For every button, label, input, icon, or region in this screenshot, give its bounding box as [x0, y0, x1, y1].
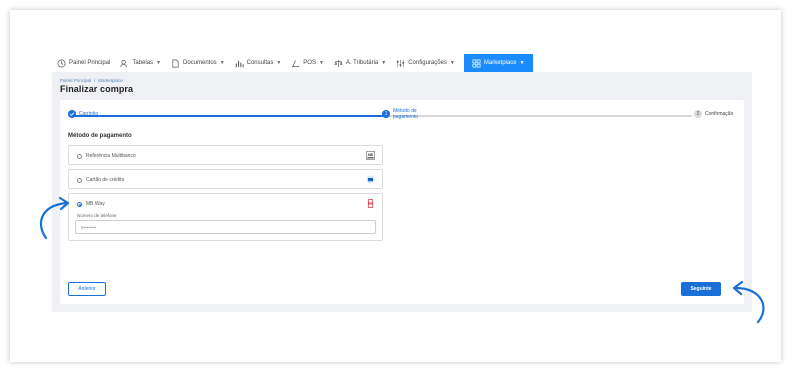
chevron-down-icon: ▼: [449, 60, 455, 66]
nav-label: Painel Principal: [69, 60, 111, 66]
nav-label: Tabelas: [132, 60, 154, 66]
page-title: Finalizar compra: [60, 84, 134, 94]
nav-item-marketplace[interactable]: Marketplace ▼: [463, 54, 533, 72]
chevron-down-icon: ▼: [318, 60, 324, 66]
nav-item-pos[interactable]: POS ▼: [286, 54, 329, 72]
nav-item-configuracoes[interactable]: Configurações ▼: [391, 54, 460, 72]
mbway-icon: MB: [366, 199, 375, 208]
scale-icon: [334, 59, 343, 68]
stepper-remaining-line: [386, 115, 692, 117]
check-icon: [68, 110, 76, 118]
pos-icon: [291, 59, 300, 68]
clock-icon: [57, 59, 66, 68]
nav-label: Documentos: [183, 60, 217, 66]
annotation-arrow-right-icon: [732, 280, 765, 324]
nav-item-painel-principal[interactable]: Painel Principal: [52, 54, 115, 72]
payment-option-label: MB Way: [86, 201, 105, 207]
annotation-arrow-left-icon: [39, 196, 70, 240]
phone-number-input[interactable]: [75, 220, 376, 234]
step-label: Confirmação: [705, 111, 734, 117]
step-number: 1: [382, 110, 390, 118]
step-carrinho[interactable]: Carrinho: [68, 110, 98, 118]
stepper-progress-line: [74, 115, 386, 117]
breadcrumb-separator: /: [94, 78, 96, 83]
breadcrumb-home-link[interactable]: Painel Principal: [60, 78, 91, 83]
chevron-down-icon: ▼: [519, 60, 525, 66]
svg-text:MB: MB: [369, 202, 373, 205]
top-nav: Painel Principal Tabelas ▼ Documentos ▼ …: [52, 54, 752, 72]
step-metodo-pagamento: 1 Método de pagamento: [382, 108, 425, 120]
payment-option-mbway[interactable]: MB Way MB Número de telefone: [68, 193, 383, 241]
checkout-card: Carrinho 1 Método de pagamento 2 Confirm…: [60, 100, 744, 304]
chevron-down-icon: ▼: [381, 60, 387, 66]
payment-option-label: Cartão de crédito: [86, 177, 125, 183]
main-content: Painel Principal / Marketplace Finalizar…: [52, 72, 752, 312]
next-button[interactable]: Seguinte: [681, 282, 721, 296]
radio-button[interactable]: [77, 153, 82, 159]
nav-label: Marketplace: [483, 60, 517, 66]
nav-label: Configurações: [408, 60, 447, 66]
chevron-down-icon: ▼: [156, 60, 161, 66]
payment-option-credit-card[interactable]: Cartão de crédito: [68, 169, 383, 189]
radio-button[interactable]: [77, 177, 82, 183]
phone-number-label: Número de telefone: [77, 213, 117, 218]
breadcrumb: Painel Principal / Marketplace: [60, 78, 123, 83]
chart-icon: [235, 59, 244, 68]
svg-text:MB: MB: [368, 153, 374, 157]
settings-icon: [396, 59, 405, 68]
step-confirmacao: 2 Confirmação: [694, 110, 733, 118]
nav-item-consultas[interactable]: Consultas ▼: [230, 54, 287, 72]
breadcrumb-current[interactable]: Marketplace: [98, 78, 123, 83]
multibanco-icon: MB: [366, 151, 375, 160]
step-number: 2: [694, 110, 702, 118]
credit-card-icon: [366, 175, 375, 184]
nav-label: POS: [303, 60, 316, 66]
payment-section-title: Método de pagamento: [68, 133, 132, 139]
step-label: Método de pagamento: [393, 108, 419, 120]
payment-option-label: Referência Multibanco: [86, 153, 136, 159]
document-icon: [171, 59, 180, 68]
payment-option-multibanco[interactable]: Referência Multibanco MB: [68, 145, 383, 165]
nav-item-tabelas[interactable]: Tabelas ▼: [115, 54, 166, 72]
chevron-down-icon: ▼: [219, 60, 225, 66]
nav-item-a-tributaria[interactable]: A. Tributária ▼: [329, 54, 391, 72]
nav-item-documentos[interactable]: Documentos ▼: [166, 54, 230, 72]
step-label: Carrinho: [79, 111, 99, 117]
checkout-stepper: Carrinho 1 Método de pagamento 2 Confirm…: [68, 108, 734, 126]
nav-label: Consultas: [246, 60, 274, 66]
chevron-down-icon: ▼: [276, 60, 282, 66]
nav-label: A. Tributária: [345, 60, 379, 66]
users-icon: [120, 59, 129, 68]
marketplace-icon: [472, 59, 481, 68]
back-button[interactable]: Anterior: [68, 282, 106, 296]
